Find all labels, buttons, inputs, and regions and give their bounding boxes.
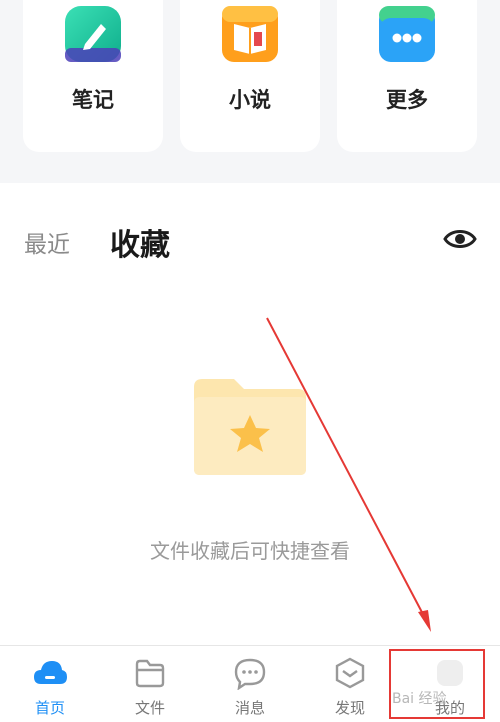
shortcut-more-label: 更多 [386, 88, 428, 112]
shortcut-novel-label: 小说 [229, 88, 271, 112]
nav-home[interactable]: 首页 [0, 646, 100, 722]
nav-messages[interactable]: 消息 [200, 646, 300, 722]
tab-recent[interactable]: 最近 [24, 225, 70, 259]
eye-icon[interactable] [442, 225, 478, 253]
star-folder-icon [194, 379, 306, 475]
nav-messages-label: 消息 [234, 699, 265, 717]
nav-discover-label: 发现 [334, 699, 365, 717]
discover-icon [335, 657, 365, 689]
shortcut-more[interactable]: 更多 [337, 0, 477, 152]
shortcut-area: 笔记 小说 更多 [0, 0, 500, 183]
tab-favorite[interactable]: 收藏 [110, 220, 170, 264]
nav-files-label: 文件 [134, 699, 165, 717]
watermark: Bai 经验 [392, 691, 447, 707]
empty-state-text: 文件收藏后可快捷查看 [150, 539, 350, 563]
note-pen-icon [65, 6, 121, 62]
nav-home-label: 首页 [34, 699, 65, 717]
cloud-home-icon [34, 661, 67, 684]
nav-discover[interactable]: 发现 [300, 646, 400, 722]
folder-icon [135, 659, 165, 688]
open-book-icon [222, 6, 278, 62]
nav-files[interactable]: 文件 [100, 646, 200, 722]
shortcut-novel[interactable]: 小说 [180, 0, 320, 152]
shortcut-note-label: 笔记 [72, 88, 114, 112]
chat-bubble-icon [234, 658, 266, 690]
favorites-panel: 最近 收藏 文件收藏后可快捷查看 [0, 183, 500, 645]
shortcut-note[interactable]: 笔记 [23, 0, 163, 152]
more-dots-icon [379, 6, 435, 62]
highlight-box [389, 649, 485, 719]
